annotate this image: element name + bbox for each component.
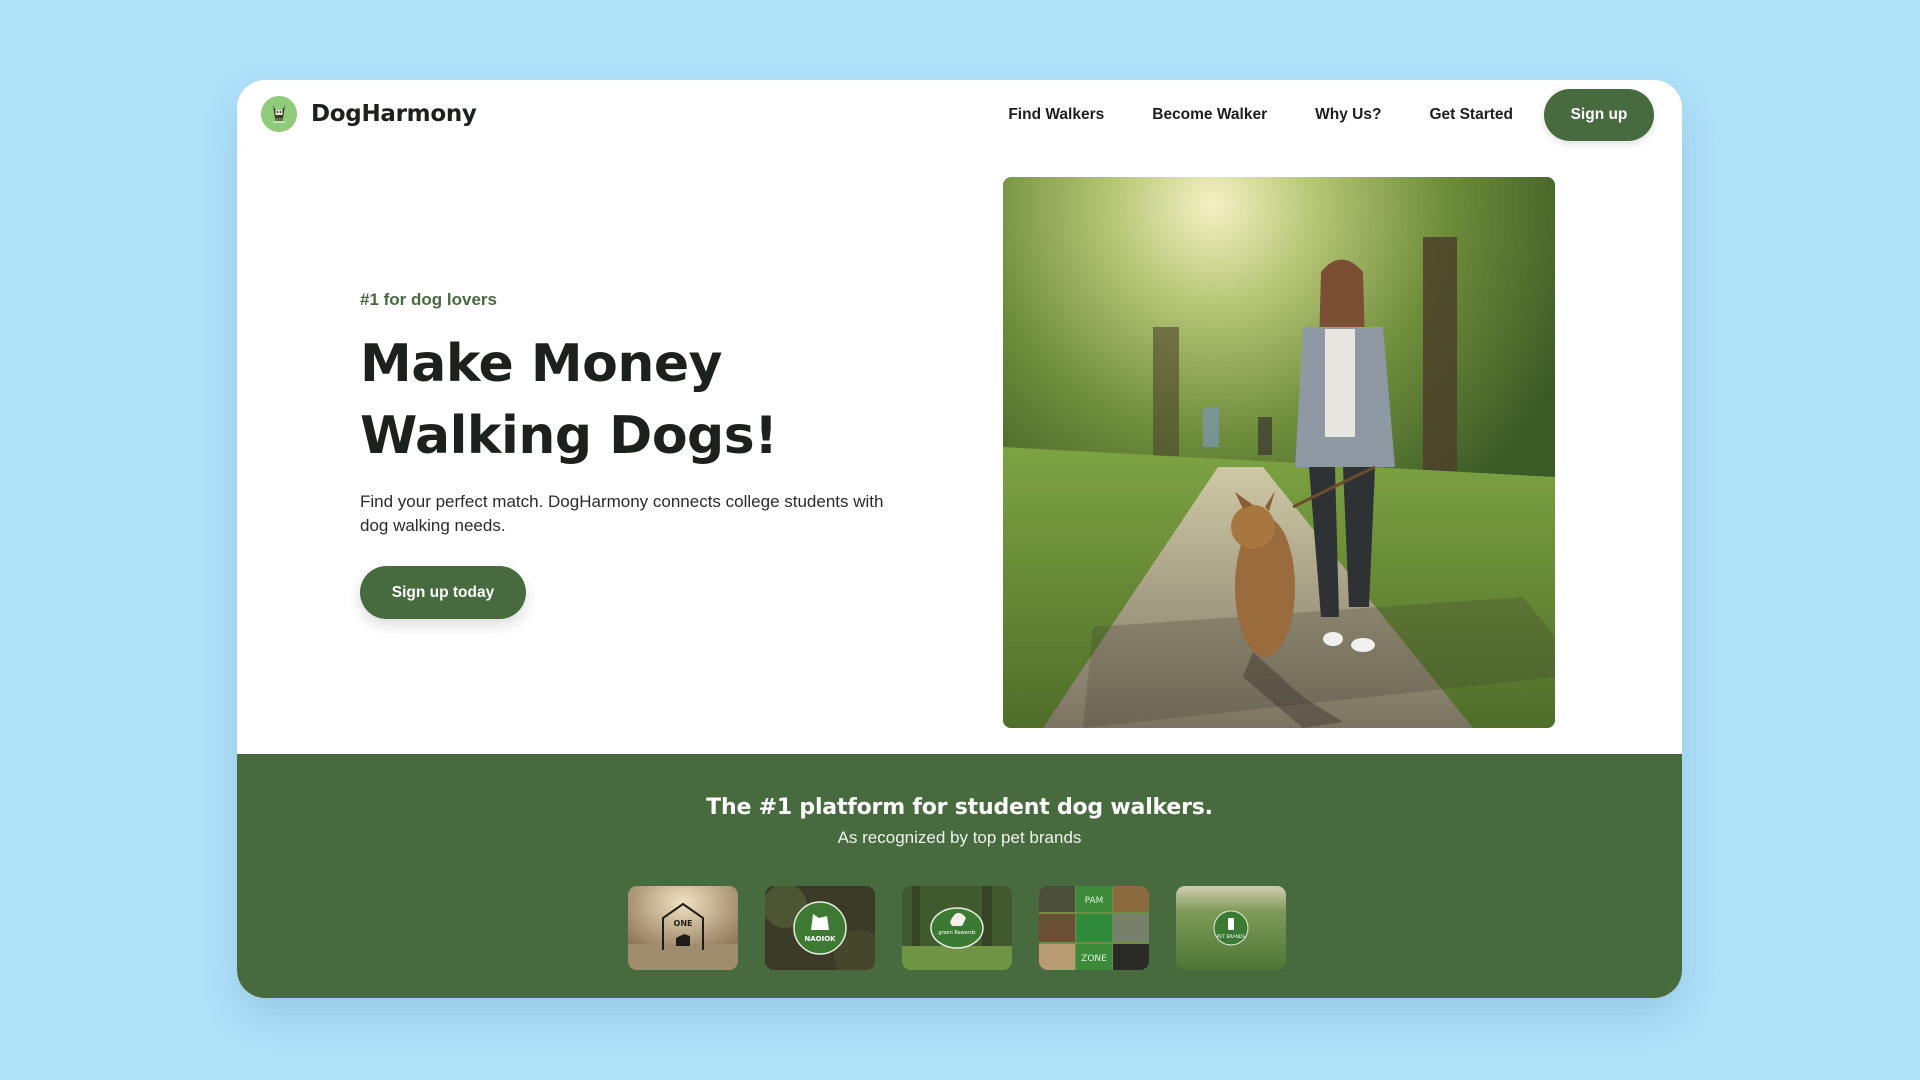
hero-description: Find your perfect match. DogHarmony conn… <box>360 492 884 535</box>
svg-text:PET BRANDS: PET BRANDS <box>1217 934 1246 940</box>
svg-text:green Rewards: green Rewards <box>938 930 976 936</box>
hero-title-line-1: Make Money <box>360 334 723 394</box>
hero-title: Make Money Walking Dogs! <box>360 328 920 472</box>
hero-image <box>1003 177 1555 728</box>
hero-eyebrow: #1 for dog lovers <box>360 290 497 309</box>
nav-find-walkers[interactable]: Find Walkers <box>1008 106 1104 124</box>
nav-why-us[interactable]: Why Us? <box>1315 106 1381 124</box>
hero-title-line-2: Walking Dogs! <box>360 406 778 466</box>
brand-name: DogHarmony <box>311 101 477 127</box>
recognition-section: The #1 platform for student dog walkers.… <box>237 754 1682 998</box>
svg-text:NAOIOK: NAOIOK <box>804 935 836 943</box>
dog-logo-icon <box>261 96 297 132</box>
svg-text:ZONE: ZONE <box>1081 954 1107 964</box>
header: DogHarmony Find Walkers Become Walker Wh… <box>237 80 1682 150</box>
brand-logo-collage: PAM ZONE <box>1039 886 1149 970</box>
logo[interactable]: DogHarmony <box>261 96 477 132</box>
nav-become-walker[interactable]: Become Walker <box>1152 106 1267 124</box>
brand-logo-naoiok: NAOIOK <box>765 886 875 970</box>
main-nav: Find Walkers Become Walker Why Us? Get S… <box>1008 89 1654 141</box>
svg-text:ONE: ONE <box>674 919 693 928</box>
landing-card: DogHarmony Find Walkers Become Walker Wh… <box>237 80 1682 998</box>
svg-text:PAM: PAM <box>1085 896 1104 906</box>
brand-logo-pet-brands: PET BRANDS <box>1176 886 1286 970</box>
brand-logo-green-dog: green Rewards <box>902 886 1012 970</box>
recognition-subtitle: As recognized by top pet brands <box>837 828 1082 847</box>
brand-logo-one: ONE <box>628 886 738 970</box>
signup-today-button[interactable]: Sign up today <box>360 566 526 619</box>
signup-button[interactable]: Sign up <box>1544 89 1654 141</box>
nav-get-started[interactable]: Get Started <box>1429 106 1513 124</box>
hero-section: #1 for dog lovers Make Money Walking Dog… <box>360 290 920 619</box>
recognition-title: The #1 platform for student dog walkers. <box>706 795 1213 820</box>
brand-logos: ONE NAOIOK green Rewards PAM ZONE PET BR… <box>628 886 1286 970</box>
